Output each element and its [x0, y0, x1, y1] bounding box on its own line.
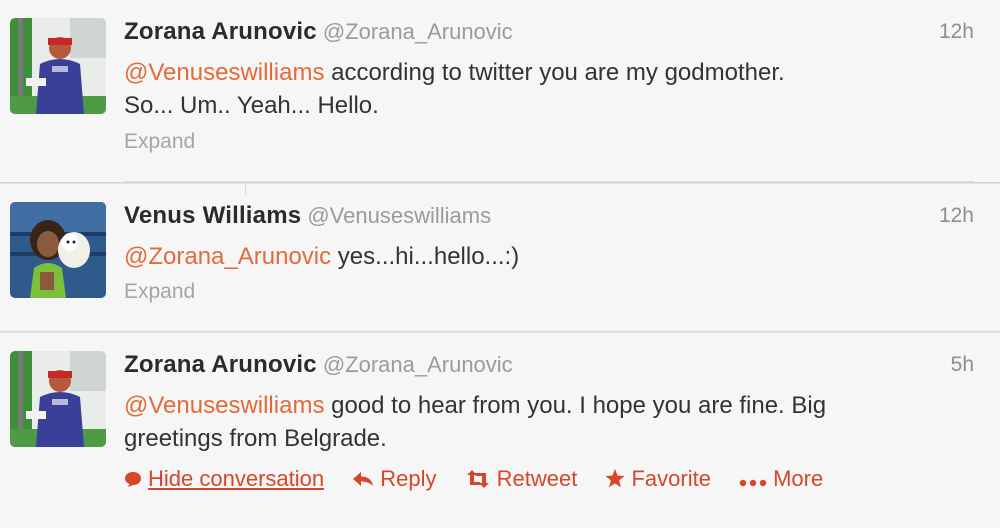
tweet-username[interactable]: @Venuseswilliams	[307, 203, 491, 228]
tweet-2[interactable]: Venus Williams @Venuseswilliams 12h @Zora…	[0, 184, 1000, 332]
reply-button[interactable]: Reply	[352, 466, 436, 494]
more-button[interactable]: More	[739, 466, 823, 494]
tweet-stream: Zorana Arunovic @Zorana_Arunovic 12h @Ven…	[0, 0, 1000, 528]
tweet-timestamp[interactable]: 12h	[939, 20, 974, 44]
reply-arrow-icon	[352, 468, 374, 494]
avatar-venus[interactable]	[10, 202, 106, 298]
retweet-button[interactable]: Retweet	[465, 466, 578, 494]
mention-link[interactable]: @Zorana_Arunovic	[124, 243, 331, 270]
retweet-icon	[465, 468, 491, 494]
tweet-1[interactable]: Zorana Arunovic @Zorana_Arunovic 12h @Ven…	[0, 0, 1000, 183]
reply-box-border	[124, 181, 974, 182]
tweet-text-line: @Venuseswilliams according to twitter yo…	[124, 56, 974, 89]
tweet-fullname[interactable]: Zorana Arunovic	[124, 18, 317, 45]
mention-link[interactable]: @Venuseswilliams	[124, 392, 324, 419]
expand-link[interactable]: Expand	[124, 280, 195, 304]
tweet-text-segment: according to twitter you are my godmothe…	[324, 59, 785, 86]
tweet-text: @Venuseswilliams good to hear from you. …	[124, 389, 974, 455]
reply-label: Reply	[380, 466, 437, 492]
tweet-username[interactable]: @Zorana_Arunovic	[323, 19, 513, 44]
avatar-image	[10, 351, 106, 447]
dots-icon	[739, 468, 767, 494]
tweet-header: Venus Williams @Venuseswilliams 12h	[124, 202, 974, 236]
mention-link[interactable]: @Venuseswilliams	[124, 59, 324, 86]
hide-conversation-button[interactable]: Hide conversation	[124, 466, 324, 494]
tweet-text-segment: good to hear from you. I hope you are fi…	[324, 392, 827, 419]
tweet-fullname[interactable]: Zorana Arunovic	[124, 351, 317, 378]
tweet-3[interactable]: Zorana Arunovic @Zorana_Arunovic 5h @Venu…	[0, 333, 1000, 528]
expand-link[interactable]: Expand	[124, 130, 195, 154]
tweet-timestamp[interactable]: 12h	[939, 204, 974, 228]
tweet-text-segment: yes...hi...hello...:)	[331, 243, 520, 270]
tweet-text-line: @Venuseswilliams good to hear from you. …	[124, 389, 974, 422]
tweet-username[interactable]: @Zorana_Arunovic	[323, 352, 513, 377]
retweet-label: Retweet	[496, 466, 578, 492]
speech-bubble-icon	[124, 468, 142, 494]
favorite-label: Favorite	[631, 466, 711, 492]
star-icon	[605, 468, 625, 494]
avatar-image	[10, 18, 106, 114]
tweet-text-line: greetings from Belgrade.	[124, 425, 387, 452]
tweet-actions: Hide conversation Reply Retweet Favorite…	[124, 466, 845, 496]
tweet-text-line: So... Um.. Yeah... Hello.	[124, 92, 379, 119]
tweet-header: Zorana Arunovic @Zorana_Arunovic 5h	[124, 351, 974, 385]
avatar-image	[10, 202, 106, 298]
favorite-button[interactable]: Favorite	[605, 466, 711, 494]
tweet-text-line: @Zorana_Arunovic yes...hi...hello...:)	[124, 240, 974, 273]
tweet-text: @Zorana_Arunovic yes...hi...hello...:)	[124, 240, 974, 273]
reply-box-divider	[245, 181, 246, 195]
tweet-header: Zorana Arunovic @Zorana_Arunovic 12h	[124, 18, 974, 52]
more-label: More	[773, 466, 824, 492]
avatar-zorana[interactable]	[10, 18, 106, 114]
hide-conversation-label: Hide conversation	[148, 466, 325, 492]
tweet-text: @Venuseswilliams according to twitter yo…	[124, 56, 974, 122]
avatar-zorana[interactable]	[10, 351, 106, 447]
tweet-fullname[interactable]: Venus Williams	[124, 202, 301, 229]
tweet-timestamp[interactable]: 5h	[951, 353, 974, 377]
